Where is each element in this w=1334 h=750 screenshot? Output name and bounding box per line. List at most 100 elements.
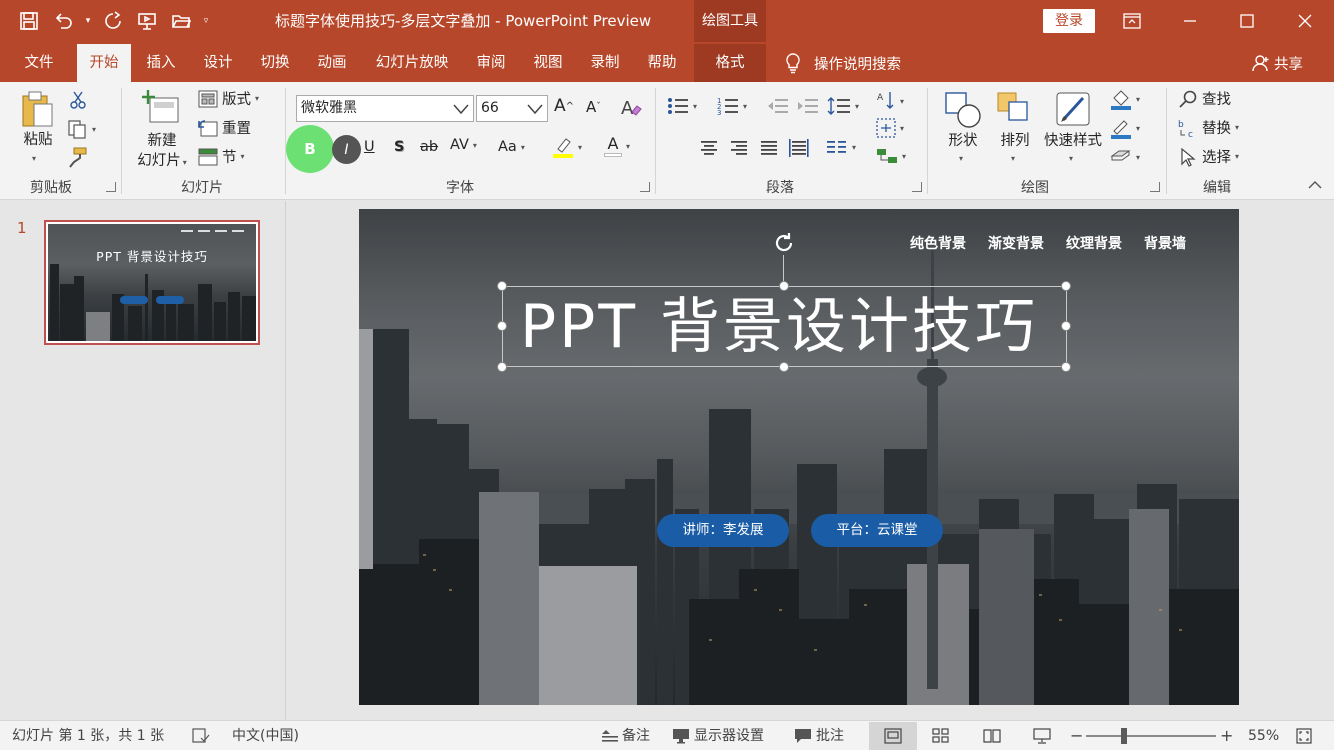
tab-transitions[interactable]: 切换 <box>250 44 300 82</box>
align-text-button[interactable]: ▾ <box>876 118 904 138</box>
italic-button[interactable]: I <box>332 135 361 164</box>
slide-title[interactable]: PPT 背景设计技巧 <box>509 289 1049 365</box>
login-button[interactable]: 登录 <box>1043 9 1095 33</box>
tab-animations[interactable]: 动画 <box>307 44 357 82</box>
tab-file[interactable]: 文件 <box>12 44 66 82</box>
fit-to-window-icon[interactable] <box>1296 721 1312 750</box>
language-status[interactable]: 中文(中国) <box>232 721 299 750</box>
paste-button[interactable]: 粘贴 ▾ <box>16 90 60 170</box>
platform-pill[interactable]: 平台：云课堂 <box>811 514 943 547</box>
decrease-indent-icon[interactable] <box>767 96 789 116</box>
clear-formatting-icon[interactable]: A <box>620 96 642 120</box>
resize-handle-bottom-left[interactable] <box>497 362 507 372</box>
underline-button[interactable]: U <box>364 139 375 155</box>
display-settings-button[interactable]: 显示器设置 <box>672 721 764 750</box>
share-button[interactable]: 共享 <box>1252 44 1303 82</box>
text-direction-button[interactable]: A ▾ <box>876 90 904 112</box>
reading-view-icon[interactable] <box>983 721 1001 750</box>
character-spacing-button[interactable]: AV ▾ <box>450 137 477 153</box>
drawing-launcher-icon[interactable] <box>1150 182 1160 192</box>
decrease-font-size-icon[interactable]: Aˇ <box>586 98 601 116</box>
undo-dropdown-icon[interactable]: ▾ <box>82 6 94 36</box>
font-color-button[interactable]: A ▾ <box>604 135 630 157</box>
tab-insert[interactable]: 插入 <box>136 44 186 82</box>
font-name-input[interactable]: 微软雅黑 <box>296 95 474 122</box>
tab-format[interactable]: 格式 <box>694 44 766 82</box>
customize-qat-icon[interactable]: ▿ <box>200 6 212 36</box>
slide-thumbnail[interactable]: PPT 背景设计技巧 <box>44 220 260 345</box>
chevron-down-icon[interactable] <box>527 103 543 115</box>
tell-me-search[interactable]: 操作说明搜索 <box>784 44 901 82</box>
resize-handle-right[interactable] <box>1061 321 1071 331</box>
tab-view[interactable]: 视图 <box>523 44 573 82</box>
font-launcher-icon[interactable] <box>640 182 650 192</box>
slide-sorter-view-icon[interactable] <box>932 721 950 750</box>
shape-fill-button[interactable]: ▾ <box>1110 88 1140 110</box>
tab-help[interactable]: 帮助 <box>637 44 687 82</box>
zoom-slider-track[interactable] <box>1086 735 1216 737</box>
minimize-icon[interactable] <box>1161 0 1219 42</box>
find-button[interactable]: 查找 <box>1178 88 1231 109</box>
convert-smartart-button[interactable]: ▾ <box>876 146 906 166</box>
shape-outline-button[interactable]: ▾ <box>1110 117 1140 139</box>
resize-handle-top-left[interactable] <box>497 281 507 291</box>
collapse-ribbon-icon[interactable] <box>1308 180 1322 190</box>
new-slide-button[interactable]: 新建 幻灯片 ▾ <box>130 88 194 174</box>
shape-effects-button[interactable]: ▾ <box>1110 146 1140 168</box>
paragraph-launcher-icon[interactable] <box>912 182 922 192</box>
tab-review[interactable]: 审阅 <box>466 44 516 82</box>
normal-view-icon[interactable] <box>884 721 902 750</box>
close-icon[interactable] <box>1276 0 1334 42</box>
reset-button[interactable]: 重置 <box>198 117 251 138</box>
resize-handle-top-right[interactable] <box>1061 281 1071 291</box>
start-slideshow-icon[interactable] <box>132 6 162 36</box>
font-size-input[interactable]: 66 <box>476 95 548 122</box>
align-right-icon[interactable] <box>728 135 750 159</box>
chevron-down-icon[interactable] <box>453 103 469 115</box>
cut-icon[interactable] <box>68 90 88 110</box>
presenter-pill[interactable]: 讲师：李发展 <box>657 514 789 547</box>
select-button[interactable]: 选择 ▾ <box>1178 146 1239 167</box>
align-center-icon[interactable] <box>698 135 720 159</box>
distributed-icon[interactable] <box>788 135 810 159</box>
resize-handle-left[interactable] <box>497 321 507 331</box>
slide-canvas[interactable]: 纯色背景 渐变背景 纹理背景 背景墙 PPT 背景设计技巧 讲师：李发展 平台：… <box>359 209 1239 705</box>
clipboard-launcher-icon[interactable] <box>106 182 116 192</box>
resize-handle-top[interactable] <box>779 281 789 291</box>
tab-record[interactable]: 录制 <box>580 44 630 82</box>
bold-button[interactable]: B <box>286 125 334 173</box>
shapes-button[interactable]: 形状 ▾ <box>940 88 986 174</box>
accessibility-icon[interactable] <box>192 721 210 750</box>
zoom-slider-thumb[interactable] <box>1121 728 1127 744</box>
notes-button[interactable]: 备注 <box>602 721 650 750</box>
ribbon-display-options-icon[interactable] <box>1103 0 1161 42</box>
section-button[interactable]: 节 ▾ <box>198 146 245 167</box>
tab-design[interactable]: 设计 <box>193 44 243 82</box>
tab-slideshow[interactable]: 幻灯片放映 <box>366 44 458 82</box>
format-painter-icon[interactable] <box>66 146 88 168</box>
text-shadow-button[interactable]: S <box>394 139 404 155</box>
undo-icon[interactable] <box>48 6 78 36</box>
layout-button[interactable]: 版式 ▾ <box>198 88 259 109</box>
replace-button[interactable]: bc 替换 ▾ <box>1178 117 1239 138</box>
bullets-button[interactable]: ▾ <box>667 96 697 116</box>
redo-icon[interactable] <box>98 6 128 36</box>
increase-indent-icon[interactable] <box>797 96 819 116</box>
numbering-button[interactable]: 123 ▾ <box>717 96 747 116</box>
justify-icon[interactable] <box>758 135 780 159</box>
strikethrough-button[interactable]: ab <box>420 139 438 155</box>
rotate-handle-icon[interactable] <box>772 231 796 255</box>
resize-handle-bottom[interactable] <box>779 362 789 372</box>
copy-button[interactable]: ▾ <box>66 118 96 140</box>
open-folder-icon[interactable] <box>166 6 196 36</box>
tab-home[interactable]: 开始 <box>77 44 131 82</box>
save-icon[interactable] <box>14 6 44 36</box>
change-case-button[interactable]: Aa ▾ <box>498 139 525 155</box>
zoom-out-button[interactable]: − <box>1070 721 1083 750</box>
slideshow-view-icon[interactable] <box>1033 721 1051 750</box>
zoom-in-button[interactable]: + <box>1220 721 1233 750</box>
quick-styles-button[interactable]: 快速样式 ▾ <box>1040 88 1106 174</box>
highlight-color-button[interactable]: ▾ <box>552 135 582 159</box>
increase-font-size-icon[interactable]: A ^ <box>554 96 574 116</box>
columns-button[interactable]: ▾ <box>826 137 856 157</box>
